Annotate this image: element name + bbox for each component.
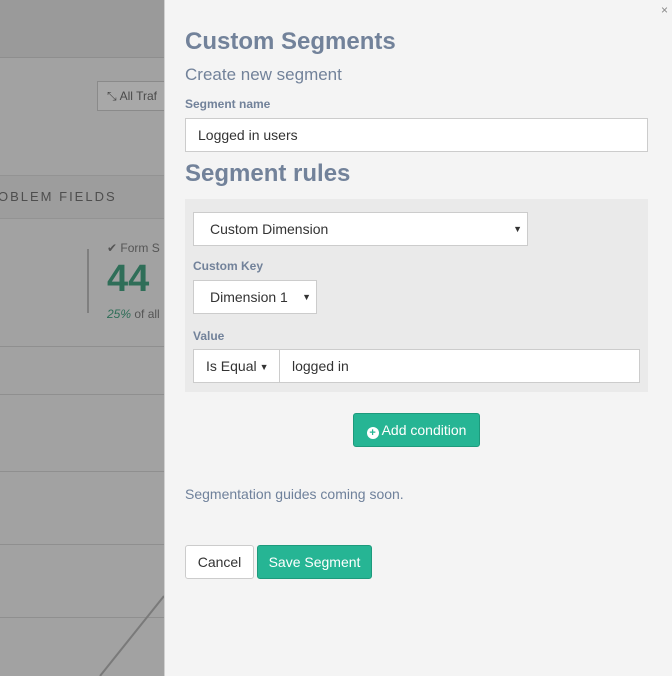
problem-fields-tab: OBLEM FIELDS — [0, 189, 117, 204]
traffic-filter-button: ⤡ All Traf — [97, 81, 164, 111]
dropdown-caret-icon: ▼ — [259, 362, 269, 372]
rule-value-input[interactable]: logged in — [279, 349, 640, 383]
plus-circle-icon: + — [366, 427, 379, 439]
table-divider — [0, 346, 164, 347]
stat-label: ✔ Form S — [107, 241, 160, 255]
close-icon[interactable]: × — [661, 3, 668, 17]
rule-type-select[interactable]: Custom Dimension ▼ — [193, 212, 528, 246]
stat-value: 44 — [107, 258, 150, 300]
add-condition-label: Add condition — [381, 422, 467, 438]
panel-title: Custom Segments — [185, 28, 396, 55]
background-header — [0, 0, 164, 58]
cancel-button[interactable]: Cancel — [185, 545, 254, 579]
operator-dropdown-button[interactable]: Is Equal ▼ — [193, 349, 280, 383]
segment-name-input[interactable]: Logged in users — [185, 118, 648, 152]
background-tab-bar: OBLEM FIELDS — [0, 175, 164, 219]
background-chart-line — [99, 595, 164, 676]
dropdown-caret-icon: ▼ — [302, 292, 311, 302]
dropdown-caret-icon: ▼ — [513, 224, 522, 234]
custom-key-select[interactable]: Dimension 1 ▼ — [193, 280, 317, 314]
segment-rule-box: Custom Dimension ▼ Custom Key Dimension … — [185, 199, 648, 392]
stat-divider — [87, 249, 89, 313]
custom-key-value: Dimension 1 — [210, 289, 288, 305]
segment-name-label: Segment name — [185, 97, 271, 111]
background-app: ⤡ All Traf OBLEM FIELDS ✔ Form S 44 25% o… — [0, 0, 164, 676]
save-segment-button[interactable]: Save Segment — [257, 545, 372, 579]
compress-icon: ⤡ — [107, 89, 117, 103]
panel-subtitle: Create new segment — [185, 65, 342, 84]
traffic-filter-label: All Traf — [119, 89, 157, 103]
value-label: Value — [193, 329, 225, 343]
custom-key-label: Custom Key — [193, 259, 264, 273]
custom-segments-panel: × Custom Segments Create new segment Seg… — [164, 0, 672, 676]
rule-type-value: Custom Dimension — [210, 221, 329, 237]
table-divider — [0, 394, 164, 395]
segmentation-guides-text: Segmentation guides coming soon. — [185, 486, 404, 502]
stat-percent: 25% of all — [107, 307, 160, 321]
table-divider — [0, 544, 164, 545]
table-divider — [0, 471, 164, 472]
segment-rules-title: Segment rules — [185, 160, 351, 187]
add-condition-button[interactable]: + Add condition — [353, 413, 480, 447]
operator-value: Is Equal — [206, 358, 257, 374]
check-icon: ✔ — [107, 241, 118, 255]
